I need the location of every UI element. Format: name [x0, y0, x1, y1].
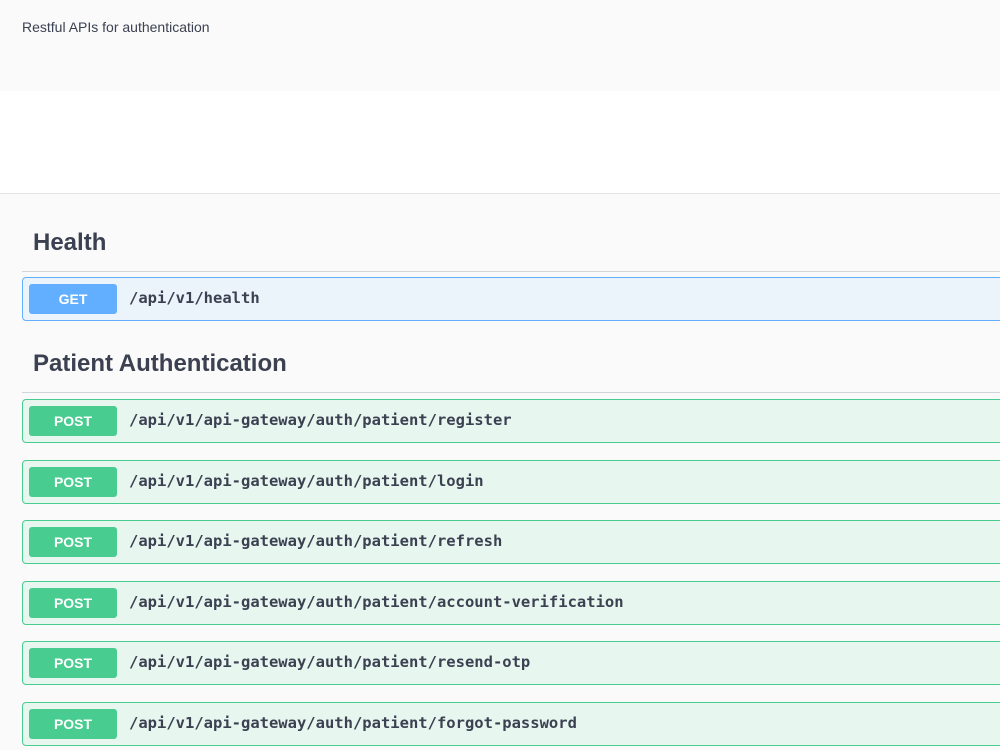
- operation-get-health[interactable]: GET /api/v1/health: [22, 277, 1000, 321]
- tag-title: Health: [33, 229, 107, 256]
- operation-path: /api/v1/api-gateway/auth/patient/login: [129, 472, 484, 490]
- operation-path: /api/v1/api-gateway/auth/patient/resend-…: [129, 653, 531, 671]
- operation-path: /api/v1/api-gateway/auth/patient/forgot-…: [129, 714, 577, 732]
- method-badge: POST: [29, 709, 117, 739]
- tag-health[interactable]: Health: [22, 194, 1000, 272]
- operation-post-resend-otp[interactable]: POST /api/v1/api-gateway/auth/patient/re…: [22, 641, 1000, 685]
- operation-post-forgot-password[interactable]: POST /api/v1/api-gateway/auth/patient/fo…: [22, 702, 1000, 746]
- operation-path: /api/v1/api-gateway/auth/patient/account…: [129, 593, 624, 611]
- api-description: Restful APIs for authentication: [22, 19, 210, 35]
- tag-patient-authentication[interactable]: Patient Authentication: [22, 321, 1000, 393]
- operation-post-refresh[interactable]: POST /api/v1/api-gateway/auth/patient/re…: [22, 520, 1000, 564]
- operation-post-login[interactable]: POST /api/v1/api-gateway/auth/patient/lo…: [22, 460, 1000, 504]
- operation-path: /api/v1/api-gateway/auth/patient/registe…: [129, 411, 512, 429]
- api-info-section: Restful APIs for authentication: [0, 0, 1000, 91]
- operation-path: /api/v1/health: [129, 289, 260, 307]
- operation-path: /api/v1/api-gateway/auth/patient/refresh: [129, 532, 503, 550]
- operation-post-account-verification[interactable]: POST /api/v1/api-gateway/auth/patient/ac…: [22, 581, 1000, 625]
- method-badge: GET: [29, 284, 117, 314]
- servers-section: [0, 91, 1000, 194]
- tag-title: Patient Authentication: [33, 350, 287, 377]
- method-badge: POST: [29, 527, 117, 557]
- operation-post-register[interactable]: POST /api/v1/api-gateway/auth/patient/re…: [22, 399, 1000, 443]
- method-badge: POST: [29, 467, 117, 497]
- method-badge: POST: [29, 648, 117, 678]
- method-badge: POST: [29, 588, 117, 618]
- method-badge: POST: [29, 406, 117, 436]
